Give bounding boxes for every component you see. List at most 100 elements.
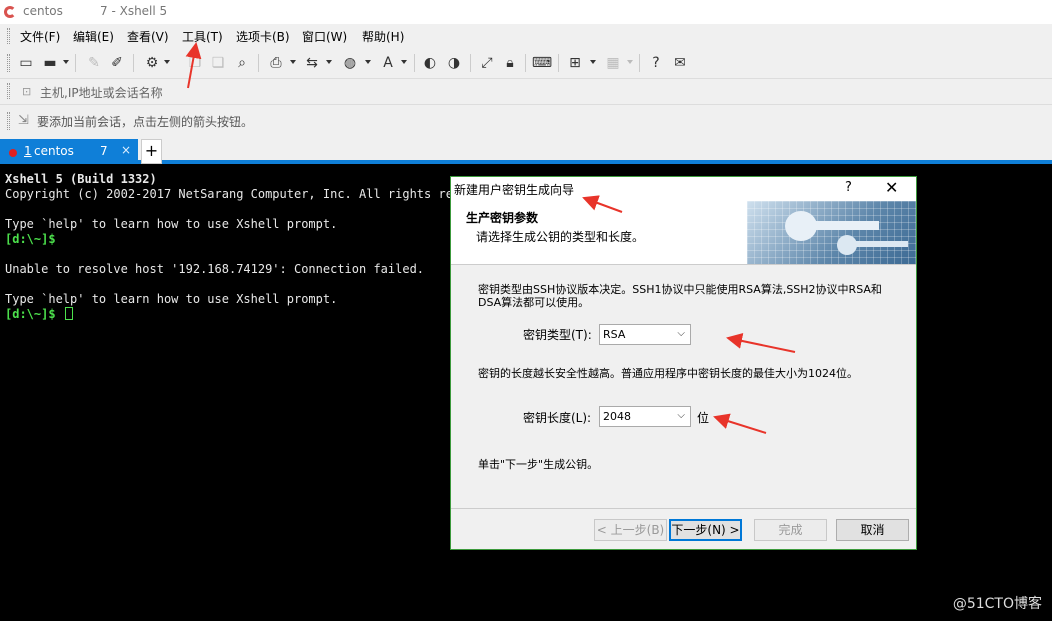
- finish-button[interactable]: 完成: [754, 519, 827, 541]
- transfer-dropdown-icon[interactable]: [326, 60, 332, 64]
- dialog-title-bar: 新建用户密钥生成向导 ? ✕: [451, 177, 916, 201]
- toolbar-separator: [414, 54, 415, 72]
- menu-bar: 文件(F) 编辑(E) 查看(V) 工具(T) 选项卡(B) 窗口(W) 帮助(…: [0, 24, 1052, 48]
- menu-edit[interactable]: 编辑(E): [73, 28, 114, 45]
- key-length-value: 2048: [603, 410, 631, 423]
- transfer-icon[interactable]: ⇆: [302, 54, 322, 72]
- tab-centos[interactable]: 1 centos 7 ×: [0, 139, 138, 164]
- paste-icon[interactable]: ❏: [208, 54, 228, 72]
- dialog-header: 生产密钥参数 请选择生成公钥的类型和长度。: [451, 201, 916, 265]
- key-length-unit: 位: [697, 411, 710, 425]
- toolbar-separator: [525, 54, 526, 72]
- menu-file[interactable]: 文件(F): [20, 28, 60, 45]
- print-dropdown-icon[interactable]: [290, 60, 296, 64]
- hint-grip: [7, 112, 10, 130]
- key-length-select[interactable]: 2048 ⌵: [599, 406, 691, 427]
- globe-dropdown-icon[interactable]: [365, 60, 371, 64]
- properties-dropdown-icon[interactable]: [164, 60, 170, 64]
- key-type-select[interactable]: RSA ⌵: [599, 324, 691, 345]
- terminal-line: Type `help' to learn how to use Xshell p…: [5, 292, 338, 306]
- next-step-hint: 单击"下一步"生成公钥。: [478, 458, 599, 471]
- tab-bar: 1 centos 7 × +: [0, 136, 1052, 164]
- terminal-prompt-line: [d:\~]$: [5, 307, 73, 321]
- key-type-value: RSA: [603, 328, 626, 341]
- menu-view[interactable]: 查看(V): [127, 28, 169, 45]
- key-shaft: [809, 221, 879, 230]
- new-tab-button[interactable]: +: [141, 139, 162, 164]
- terminal-line: Copyright (c) 2002-2017 NetSarang Comput…: [5, 187, 468, 201]
- menu-tabs[interactable]: 选项卡(B): [236, 28, 290, 45]
- menu-window[interactable]: 窗口(W): [302, 28, 347, 45]
- tab-close-icon[interactable]: ×: [121, 143, 131, 157]
- back-button[interactable]: < 上一步(B): [594, 519, 667, 541]
- disconnect-icon[interactable]: ✎: [84, 54, 104, 72]
- window-app-name: centos: [23, 4, 63, 18]
- key-length-description: 密钥的长度越长安全性越高。普通应用程序中密钥长度的最佳大小为1024位。: [478, 367, 858, 380]
- xmanager-icon[interactable]: ◑: [444, 54, 464, 72]
- address-grip: [7, 83, 10, 99]
- toolbar: ▭ ▬ ✎ ✐ ⚙ ❐ ❏ ⌕ ⎙ ⇆ ◍ A ◐ ◑ ⤢ 🔒︎ ⌨ ⊞ ▦ ?…: [0, 48, 1052, 78]
- toolbar-grip: [7, 54, 10, 72]
- fullscreen-icon[interactable]: ⤢: [477, 54, 497, 72]
- dialog-help-button[interactable]: ?: [845, 180, 852, 195]
- toolbar-separator: [558, 54, 559, 72]
- lock-icon[interactable]: 🔒︎: [500, 54, 520, 72]
- add-session-arrow-icon[interactable]: ⇲: [18, 113, 29, 128]
- hint-text: 要添加当前会话，点击左侧的箭头按钮。: [37, 115, 254, 129]
- key-length-label: 密钥长度(L):: [523, 411, 592, 425]
- cancel-button[interactable]: 取消: [836, 519, 909, 541]
- connection-status-icon: [9, 149, 17, 157]
- globe-icon[interactable]: ◍: [340, 54, 360, 72]
- find-icon[interactable]: ⌕: [232, 54, 252, 72]
- tab-index: 1: [24, 144, 32, 158]
- address-placeholder[interactable]: 主机,IP地址或会话名称: [40, 84, 163, 101]
- tab-label: centos: [34, 144, 74, 158]
- terminal-prompt: [d:\~]$: [5, 232, 56, 246]
- new-session-icon[interactable]: ▭: [16, 54, 36, 72]
- toolbar-separator: [75, 54, 76, 72]
- help-icon[interactable]: ?: [646, 54, 666, 72]
- compose-icon[interactable]: ⊞: [565, 54, 585, 72]
- terminal-prompt: [d:\~]$: [5, 307, 63, 321]
- properties-icon[interactable]: ⚙: [142, 54, 162, 72]
- font-icon[interactable]: A: [378, 54, 398, 72]
- keyboard-icon[interactable]: ⌨: [532, 54, 552, 72]
- layout-dropdown-icon[interactable]: [627, 60, 633, 64]
- chat-icon[interactable]: ✉: [670, 54, 690, 72]
- open-folder-icon[interactable]: ▬: [40, 54, 60, 72]
- toolbar-separator: [639, 54, 640, 72]
- key-generation-wizard-dialog: 新建用户密钥生成向导 ? ✕ 生产密钥参数 请选择生成公钥的类型和长度。 密钥类…: [450, 176, 917, 550]
- next-button[interactable]: 下一步(N) >: [669, 519, 742, 541]
- address-lock-icon: ⊡: [22, 85, 32, 98]
- tab-label-suffix: 7: [100, 144, 108, 158]
- reconnect-icon[interactable]: ✐: [107, 54, 127, 72]
- layout-icon[interactable]: ▦: [603, 54, 623, 72]
- toolbar-separator: [258, 54, 259, 72]
- session-hint-bar: ⇲ 要添加当前会话，点击左侧的箭头按钮。: [0, 104, 1052, 136]
- key-type-label: 密钥类型(T):: [523, 328, 592, 342]
- font-dropdown-icon[interactable]: [401, 60, 407, 64]
- print-icon[interactable]: ⎙: [266, 54, 286, 72]
- dialog-close-button[interactable]: ✕: [885, 178, 898, 197]
- keys-banner-image: [747, 201, 916, 264]
- copy-icon[interactable]: ❐: [185, 54, 205, 72]
- window-title: 7 - Xshell 5: [100, 4, 168, 18]
- menu-grip: [7, 28, 10, 44]
- xshell-logo-icon: [4, 6, 16, 18]
- menu-tools[interactable]: 工具(T): [182, 28, 223, 45]
- compose-dropdown-icon[interactable]: [590, 60, 596, 64]
- toolbar-separator: [470, 54, 471, 72]
- chevron-down-icon: ⌵: [677, 328, 685, 339]
- address-bar[interactable]: ⊡ 主机,IP地址或会话名称: [0, 78, 1052, 104]
- terminal-line: Type `help' to learn how to use Xshell p…: [5, 217, 338, 231]
- xftp-icon[interactable]: ◐: [420, 54, 440, 72]
- open-dropdown-icon[interactable]: [63, 60, 69, 64]
- chevron-down-icon: ⌵: [677, 410, 685, 421]
- banner-grid: [747, 201, 916, 264]
- dialog-title: 新建用户密钥生成向导: [454, 183, 575, 197]
- dialog-heading: 生产密钥参数: [466, 211, 539, 225]
- toolbar-separator: [133, 54, 134, 72]
- menu-help[interactable]: 帮助(H): [362, 28, 404, 45]
- dialog-footer: < 上一步(B) 下一步(N) > 完成 取消: [451, 508, 916, 550]
- watermark: @51CTO博客: [952, 596, 1042, 612]
